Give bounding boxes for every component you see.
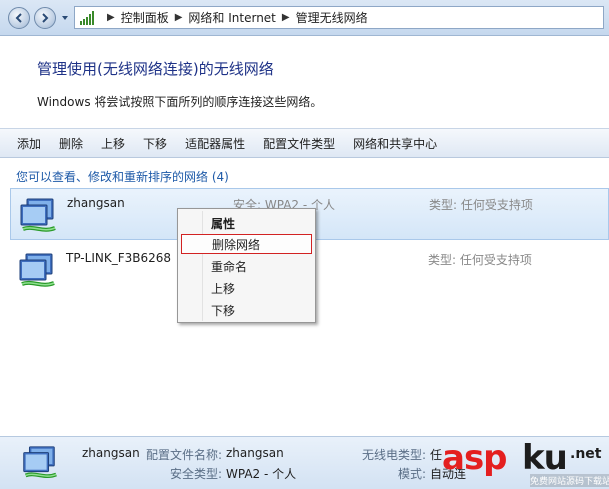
toolbar: 添加 删除 上移 下移 适配器属性 配置文件类型 网络和共享中心 [0, 128, 609, 158]
menu-item-move-up[interactable]: 上移 [181, 278, 312, 298]
add-button[interactable]: 添加 [8, 131, 50, 155]
move-up-button[interactable]: 上移 [92, 131, 134, 155]
context-menu: 属性 删除网络 重命名 上移 下移 [177, 208, 316, 323]
network-type: 类型: 任何受支持项 [429, 198, 533, 212]
wireless-network-icon [23, 446, 57, 479]
details-network-name: zhangsan [82, 446, 140, 460]
watermark-brand-b: ku [522, 438, 568, 478]
wireless-network-icon [19, 253, 55, 287]
page-title: 管理使用(无线网络连接)的无线网络 [37, 60, 274, 78]
breadcrumb-separator[interactable]: ▶ [282, 12, 290, 23]
breadcrumb-separator[interactable]: ▶ [107, 12, 115, 23]
wireless-network-icon [20, 198, 56, 232]
watermark-brand-a: asp [442, 438, 508, 478]
page-description: Windows 将尝试按照下面所列的顺序连接这些网络。 [37, 95, 323, 109]
breadcrumb-manage-wireless[interactable]: 管理无线网络 [296, 9, 368, 26]
details-security-label: 安全类型: [170, 467, 223, 481]
breadcrumb[interactable]: ▶ 控制面板 ▶ 网络和 Internet ▶ 管理无线网络 [74, 6, 604, 29]
forward-button[interactable] [34, 7, 56, 29]
network-sharing-center-button[interactable]: 网络和共享中心 [344, 131, 446, 155]
wireless-signal-icon [80, 10, 94, 25]
network-list-header: 您可以查看、修改和重新排序的网络 (4) [16, 170, 229, 184]
watermark-slogan: 免费网站源码下载站! [530, 474, 609, 487]
move-down-button[interactable]: 下移 [134, 131, 176, 155]
breadcrumb-control-panel[interactable]: 控制面板 [121, 9, 169, 26]
breadcrumb-separator[interactable]: ▶ [175, 12, 183, 23]
adapter-properties-button[interactable]: 适配器属性 [176, 131, 254, 155]
profile-types-button[interactable]: 配置文件类型 [254, 131, 344, 155]
breadcrumb-network-internet[interactable]: 网络和 Internet [188, 9, 275, 26]
menu-item-move-down[interactable]: 下移 [181, 300, 312, 320]
arrow-right-icon [42, 13, 49, 23]
details-profile-label: 配置文件名称: [146, 448, 223, 462]
address-bar: ▶ 控制面板 ▶ 网络和 Internet ▶ 管理无线网络 [0, 0, 609, 36]
network-type: 类型: 任何受支持项 [428, 253, 532, 267]
menu-item-delete-network[interactable]: 删除网络 [181, 234, 312, 254]
arrow-left-icon [15, 13, 22, 23]
network-name: TP-LINK_F3B6268 [66, 251, 172, 265]
back-button[interactable] [8, 7, 30, 29]
menu-item-properties[interactable]: 属性 [181, 213, 312, 233]
details-mode-label: 模式: [398, 467, 427, 481]
details-security-value: WPA2 - 个人 [226, 467, 297, 481]
network-name: zhangsan [67, 196, 125, 210]
remove-button[interactable]: 删除 [50, 131, 92, 155]
details-profile-value: zhangsan [226, 446, 284, 460]
watermark-domain: .net [570, 446, 602, 462]
details-radio-label: 无线电类型: [362, 448, 427, 462]
watermark-logo: asp ku .net 免费网站源码下载站! [440, 436, 609, 489]
menu-item-rename[interactable]: 重命名 [181, 256, 312, 276]
recent-pages-dropdown-icon[interactable] [60, 12, 70, 24]
